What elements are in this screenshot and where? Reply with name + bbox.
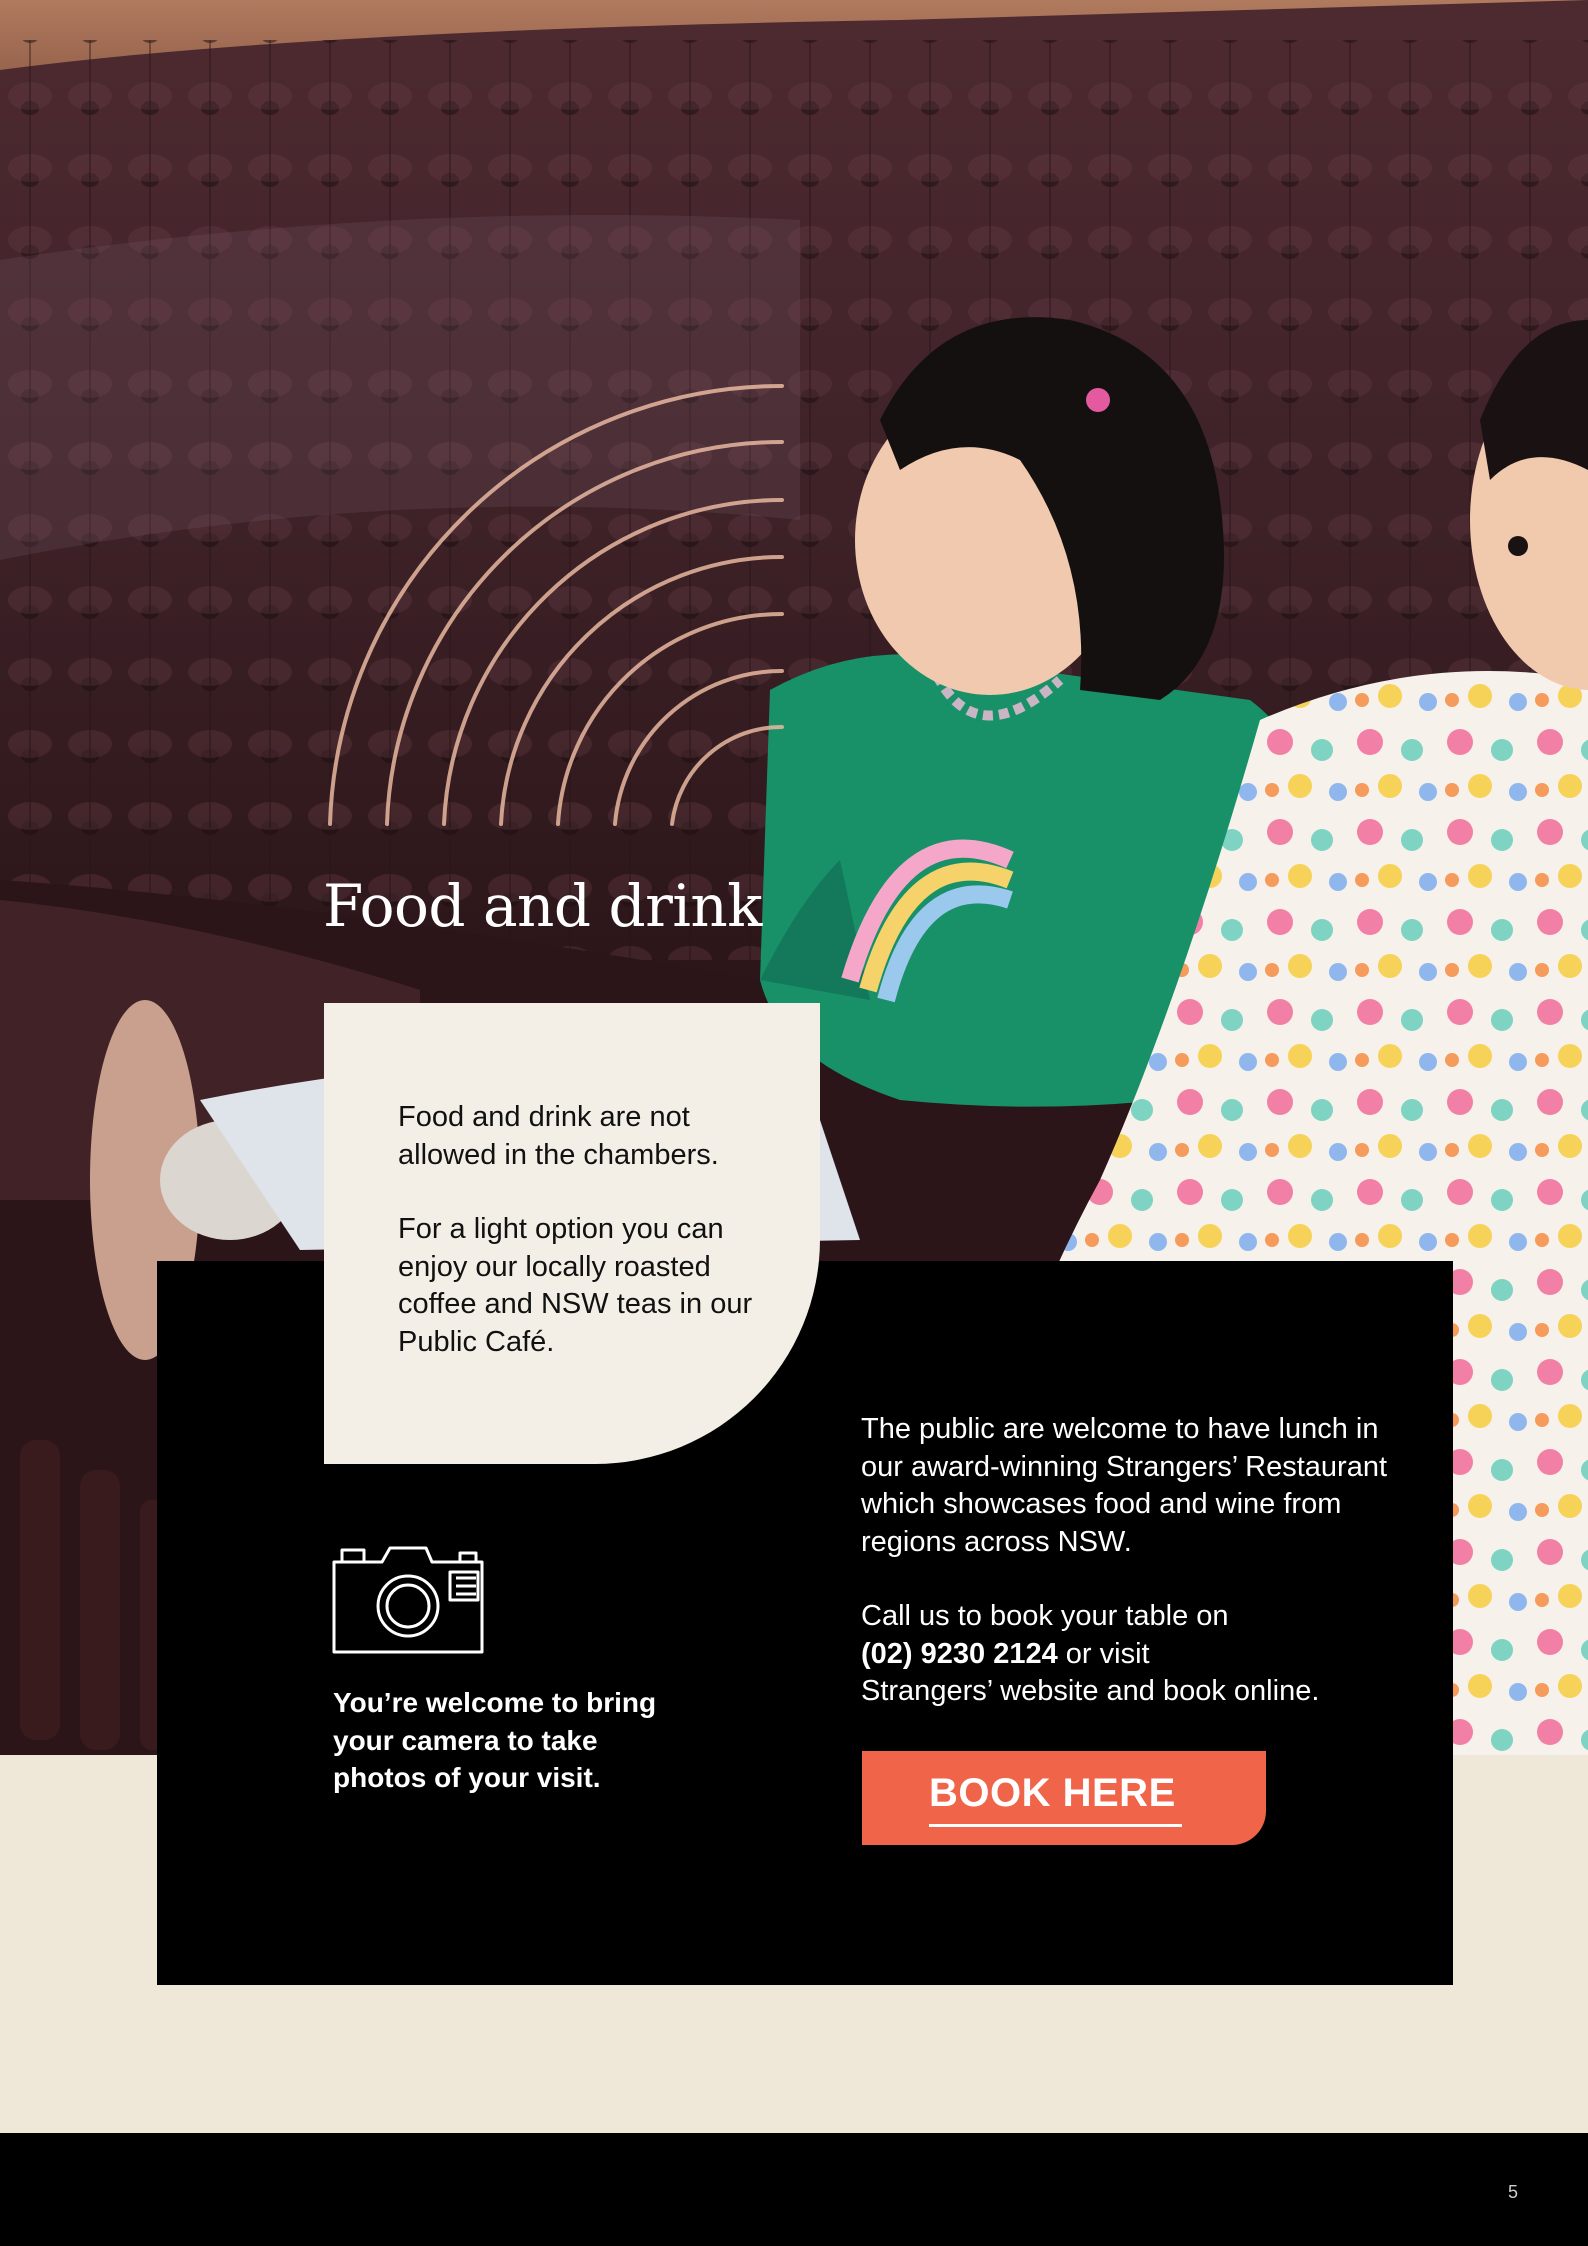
- booking-middle: or visit: [1065, 1637, 1150, 1670]
- camera-icon: [332, 1546, 484, 1654]
- page-title: Food and drink: [323, 872, 762, 940]
- booking-prefix: Call us to book your table on: [861, 1600, 1229, 1632]
- book-here-label: BOOK HERE: [929, 1771, 1176, 1815]
- phone-number[interactable]: (02) 9230 2124: [861, 1638, 1058, 1670]
- booking-suffix: Strangers’ website and book online.: [861, 1675, 1320, 1707]
- restaurant-info: The public are welcome to have lunch in …: [861, 1411, 1401, 1748]
- booking-paragraph: Call us to book your table on (02) 9230 …: [861, 1598, 1401, 1711]
- callout-paragraph-cafe: For a light option you can enjoy our loc…: [398, 1213, 753, 1358]
- page-number: 5: [1507, 2182, 1518, 2202]
- book-here-underline: [929, 1824, 1182, 1827]
- book-here-button[interactable]: BOOK HERE: [862, 1751, 1266, 1845]
- footer-bar: 5: [0, 2133, 1588, 2246]
- callout-paragraph-chambers: Food and drink are not allowed in the ch…: [398, 1101, 719, 1171]
- restaurant-paragraph: The public are welcome to have lunch in …: [861, 1413, 1388, 1558]
- camera-text: You’re welcome to bring your camera to t…: [333, 1687, 657, 1793]
- food-drink-callout: Food and drink are not allowed in the ch…: [324, 1003, 820, 1464]
